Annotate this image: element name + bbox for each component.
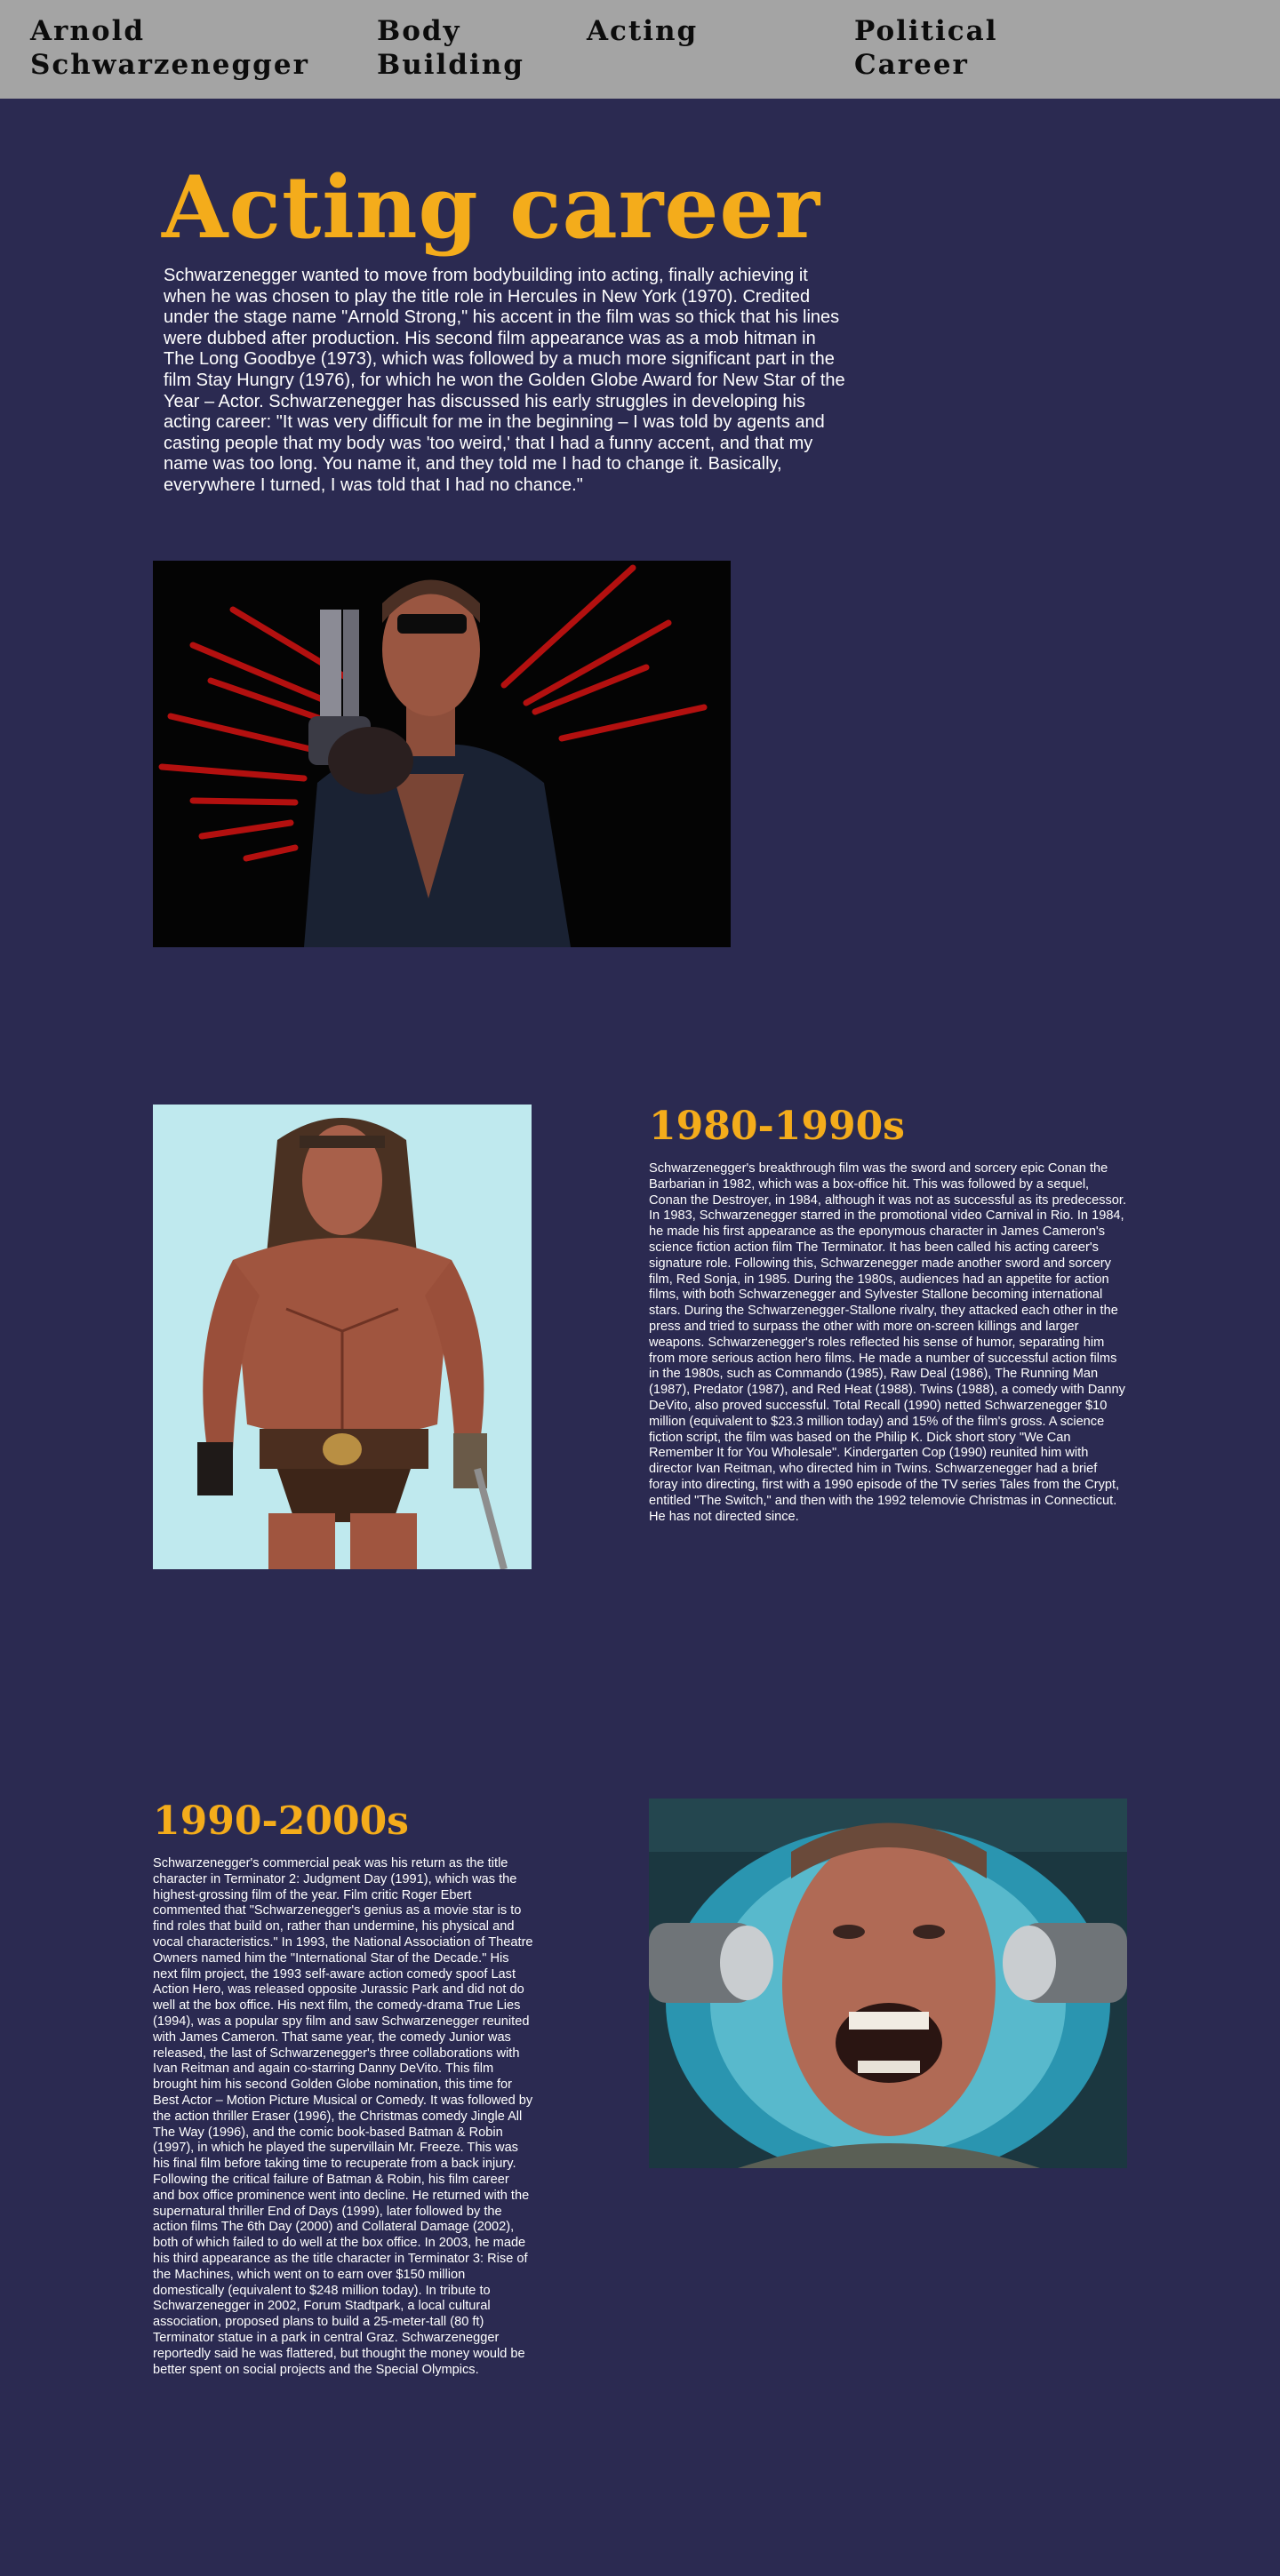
nav-link-political-career[interactable]: Political Career xyxy=(854,14,1032,82)
intro-paragraph: Schwarzenegger wanted to move from bodyb… xyxy=(164,266,845,495)
section-text-1990s: Schwarzenegger's commercial peak was his… xyxy=(153,1856,533,2377)
total-recall-photo xyxy=(649,1798,1127,2168)
page-title: Acting career xyxy=(162,157,821,258)
nav-link-arnold-schwarzenegger[interactable]: Arnold Schwarzenegger xyxy=(30,14,324,82)
nav-link-acting[interactable]: Acting xyxy=(587,14,764,48)
section-title-1980s: 1980-1990s xyxy=(649,1104,905,1149)
nav-link-body-building[interactable]: Body Building xyxy=(377,14,537,82)
section-title-1990s: 1990-2000s xyxy=(153,1798,409,1844)
conan-photo xyxy=(153,1105,532,1569)
terminator-photo xyxy=(153,561,731,947)
section-text-1980s: Schwarzenegger's breakthrough film was t… xyxy=(649,1161,1127,1524)
top-navigation: Arnold Schwarzenegger Body Building Acti… xyxy=(0,0,1280,99)
